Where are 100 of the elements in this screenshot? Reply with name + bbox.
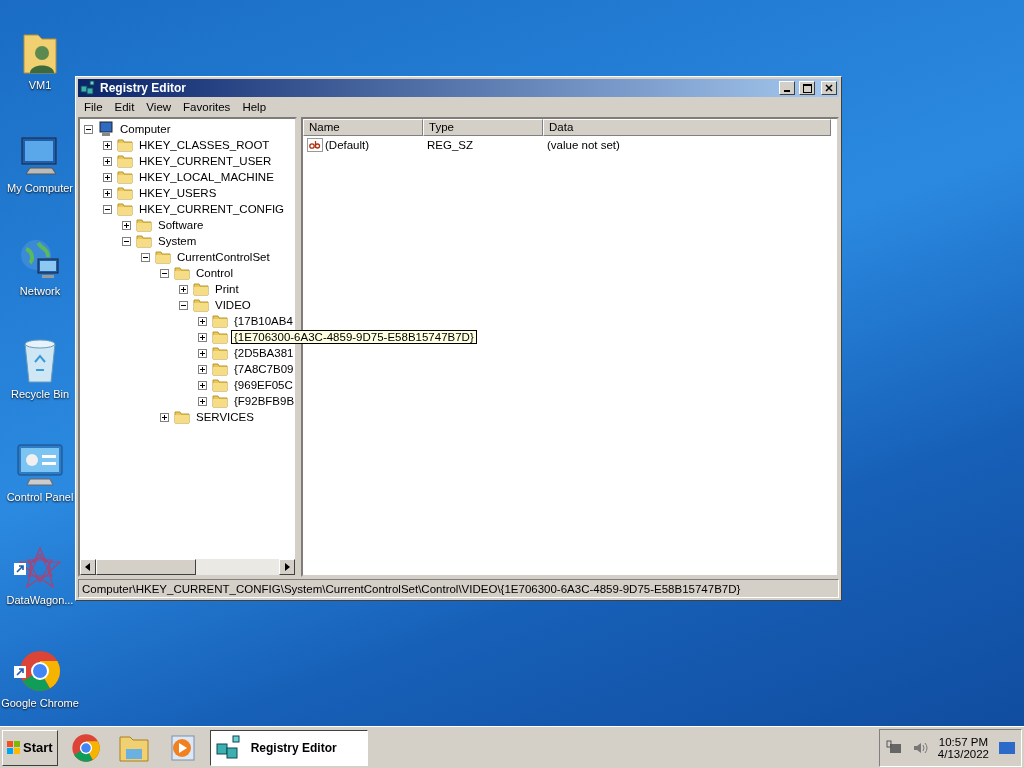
expand-icon[interactable] bbox=[198, 396, 207, 406]
window-title: Registry Editor bbox=[100, 81, 187, 95]
desktop-icon-label[interactable]: My Computer bbox=[7, 182, 73, 194]
desktop-icon-label[interactable]: Recycle Bin bbox=[10, 388, 70, 400]
tree-item[interactable]: Software bbox=[155, 218, 207, 232]
tree-item[interactable]: HKEY_CURRENT_USER bbox=[136, 154, 275, 168]
tree-item[interactable]: Computer bbox=[117, 122, 174, 136]
star-pattern-icon bbox=[18, 546, 62, 590]
folder-icon bbox=[117, 137, 133, 153]
cubes-icon bbox=[80, 80, 96, 96]
tree-item[interactable]: HKEY_USERS bbox=[136, 186, 220, 200]
value-data: (value not set) bbox=[547, 139, 620, 151]
maximize-button[interactable] bbox=[799, 81, 815, 95]
folder-icon bbox=[117, 185, 133, 201]
minimize-button[interactable] bbox=[779, 81, 795, 95]
tree-item[interactable]: {7A8C7B09 bbox=[231, 362, 297, 376]
menu-item[interactable]: Favorites bbox=[177, 100, 237, 113]
folder-icon bbox=[212, 345, 228, 361]
collapse-icon[interactable] bbox=[103, 204, 112, 214]
tree-item[interactable]: HKEY_LOCAL_MACHINE bbox=[136, 170, 277, 184]
clock-date[interactable]: 4/13/2022 bbox=[937, 747, 989, 760]
desktop-icon-label[interactable]: Network bbox=[19, 285, 61, 297]
collapse-icon[interactable] bbox=[84, 124, 93, 134]
expand-icon[interactable] bbox=[160, 412, 169, 422]
folder-icon bbox=[212, 377, 228, 393]
folder-icon bbox=[136, 233, 152, 249]
tree-item[interactable]: {17B10AB4 bbox=[231, 314, 296, 328]
folder-icon bbox=[212, 313, 228, 329]
collapse-icon[interactable] bbox=[179, 300, 188, 310]
show-desktop-icon[interactable] bbox=[999, 741, 1015, 754]
folder-icon bbox=[212, 393, 228, 409]
folder-icon bbox=[117, 201, 133, 217]
tree-item[interactable]: SERVICES bbox=[193, 410, 257, 424]
chrome-icon bbox=[70, 732, 101, 763]
folder-icon bbox=[136, 217, 152, 233]
network-icon[interactable] bbox=[885, 739, 902, 756]
folder-icon bbox=[212, 329, 228, 345]
tree-item[interactable]: HKEY_CURRENT_CONFIG bbox=[136, 202, 288, 216]
tree-item[interactable]: Control bbox=[193, 266, 237, 280]
tree-item[interactable]: System bbox=[155, 234, 200, 248]
status-bar: Computer\HKEY_CURRENT_CONFIG\System\CurrentControlSet\Control\VIDEO\{1E706300-6A3C-4859-9D75-E58B15747B7D} bbox=[78, 579, 839, 598]
folder-icon bbox=[155, 249, 171, 265]
recycle-bin-icon bbox=[22, 338, 58, 384]
folder-icon bbox=[174, 265, 190, 281]
expand-icon[interactable] bbox=[198, 380, 207, 390]
expand-icon[interactable] bbox=[198, 348, 207, 358]
computer-icon bbox=[98, 121, 114, 137]
column-header[interactable]: Type bbox=[423, 119, 543, 136]
close-icon bbox=[825, 84, 833, 92]
folder-icon bbox=[193, 281, 209, 297]
tree-item[interactable]: CurrentControlSet bbox=[174, 250, 273, 264]
string-value-icon bbox=[307, 137, 323, 153]
column-header[interactable]: Name bbox=[303, 119, 423, 136]
column-header[interactable]: Data bbox=[543, 119, 831, 136]
left-arrow-icon[interactable] bbox=[85, 563, 91, 571]
expand-icon[interactable] bbox=[198, 364, 207, 374]
desktop-icon-label[interactable]: VM1 bbox=[28, 79, 52, 91]
globe-computer-icon bbox=[18, 237, 62, 281]
expand-icon[interactable] bbox=[103, 188, 112, 198]
value-name[interactable]: (Default) bbox=[325, 139, 370, 151]
chrome-icon bbox=[18, 649, 62, 693]
taskbar-button[interactable]: Registry Editor bbox=[209, 729, 368, 766]
folder-icon bbox=[174, 409, 190, 425]
menu-item[interactable]: Help bbox=[236, 100, 273, 113]
tree-item[interactable]: HKEY_CLASSES_ROOT bbox=[136, 138, 273, 152]
expand-icon[interactable] bbox=[103, 156, 112, 166]
menu-item[interactable]: File bbox=[78, 100, 109, 113]
tree-item[interactable]: Print bbox=[212, 282, 242, 296]
desktop-icon-label[interactable]: DataWagon... bbox=[6, 594, 74, 606]
tree-item[interactable]: {1E706300-6A3C-4859-9D75-E58B15747B7D} bbox=[231, 330, 477, 344]
folder-icon bbox=[193, 297, 209, 313]
control-panel-icon bbox=[16, 443, 64, 487]
clock-time[interactable]: 10:57 PM bbox=[938, 735, 989, 748]
collapse-icon[interactable] bbox=[122, 236, 131, 246]
expand-icon[interactable] bbox=[103, 140, 112, 150]
start-button[interactable]: Start bbox=[2, 729, 58, 766]
folder-icon bbox=[212, 361, 228, 377]
tree-item[interactable]: {969EF05C bbox=[231, 378, 296, 392]
folder-icon bbox=[117, 153, 133, 169]
menu-item[interactable]: View bbox=[140, 100, 178, 113]
desktop-icon-label[interactable]: Google Chrome bbox=[1, 697, 79, 709]
expand-icon[interactable] bbox=[122, 220, 131, 230]
right-arrow-icon[interactable] bbox=[284, 563, 290, 571]
windows-logo-icon bbox=[7, 740, 21, 755]
expand-icon[interactable] bbox=[179, 284, 188, 294]
tree-item[interactable]: VIDEO bbox=[212, 298, 254, 312]
tree-item[interactable]: {F92BFB9B bbox=[231, 394, 298, 408]
value-type: REG_SZ bbox=[427, 139, 473, 151]
desktop-icon-label[interactable]: Control Panel bbox=[6, 491, 74, 503]
folder-icon bbox=[117, 169, 133, 185]
expand-icon[interactable] bbox=[198, 316, 207, 326]
expand-icon[interactable] bbox=[198, 332, 207, 342]
collapse-icon[interactable] bbox=[141, 252, 150, 262]
close-button[interactable] bbox=[821, 81, 837, 95]
tree-item[interactable]: {2D5BA381 bbox=[231, 346, 297, 360]
menu-item[interactable]: Edit bbox=[108, 100, 141, 113]
expand-icon[interactable] bbox=[103, 172, 112, 182]
horizontal-scrollbar[interactable] bbox=[80, 559, 295, 575]
user-folder-icon bbox=[20, 31, 60, 75]
collapse-icon[interactable] bbox=[160, 268, 169, 278]
